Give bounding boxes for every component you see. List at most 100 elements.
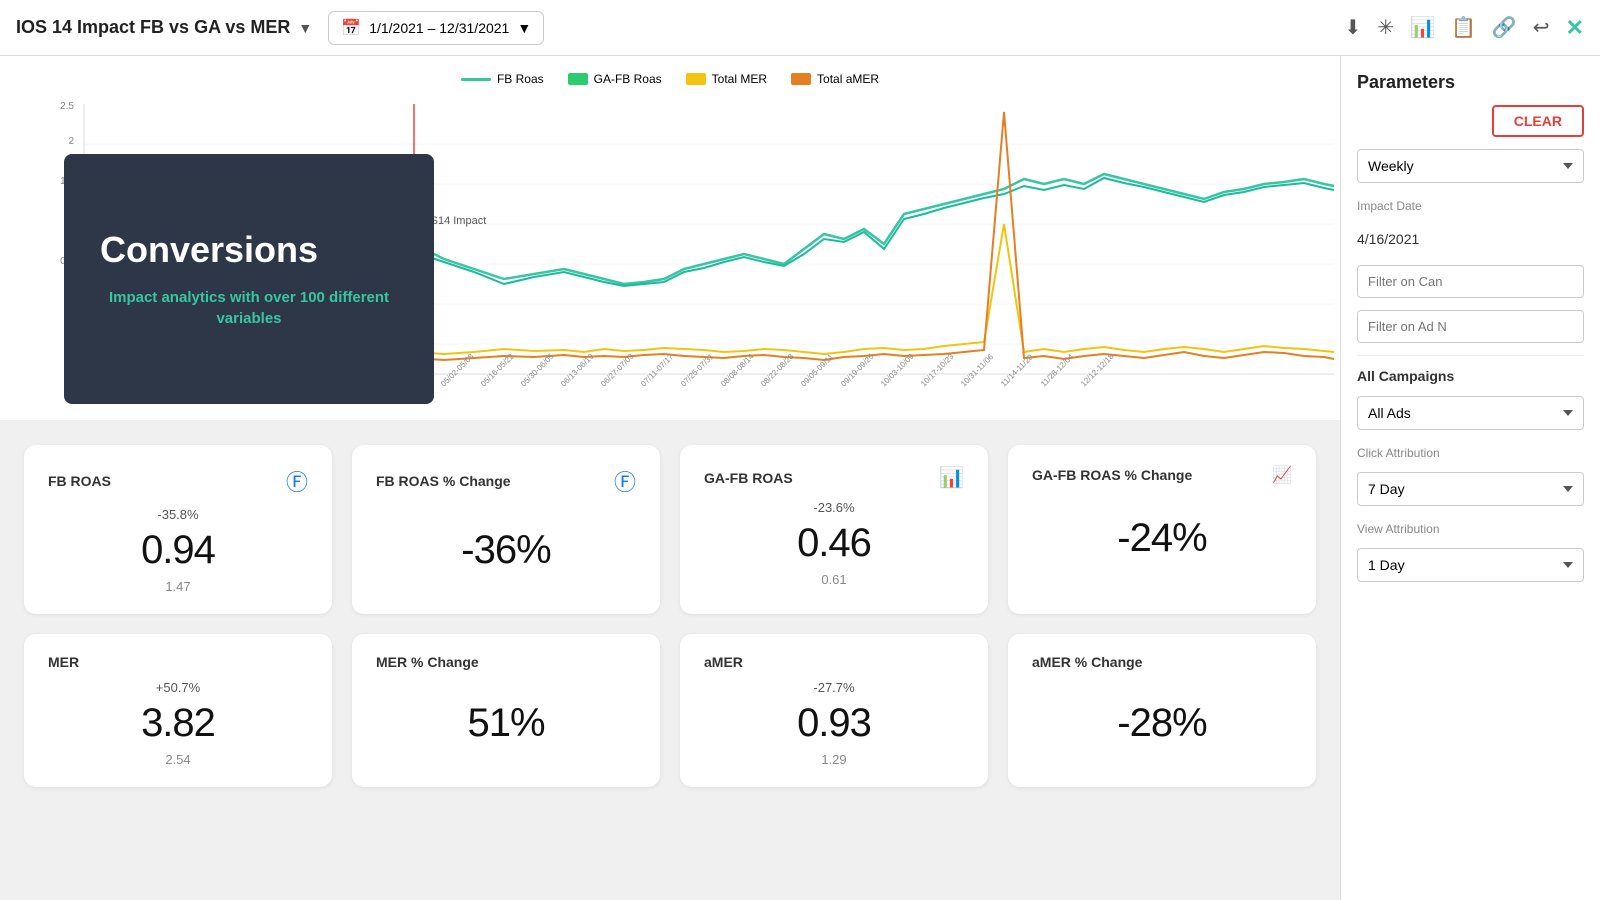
metric-prev <box>1032 567 1292 582</box>
svg-text:2: 2 <box>68 136 74 147</box>
metric-prev <box>376 752 636 767</box>
clipboard-icon[interactable]: 📋 <box>1451 15 1476 40</box>
metric-prev: 1.29 <box>704 752 964 767</box>
metric-value: 0.93 <box>704 701 964 746</box>
metric-change <box>376 507 636 522</box>
sidebar-divider <box>1357 355 1584 356</box>
metric-card-ga-fb-roas: GA-FB ROAS 📊 -23.6% 0.46 0.61 <box>680 445 988 614</box>
metrics-grid: FB ROAS Ⓕ -35.8% 0.94 1.47 FB ROAS % Cha… <box>0 421 1340 811</box>
metric-prev <box>1032 752 1292 767</box>
metric-header: GA-FB ROAS 📊 <box>704 465 964 490</box>
clear-button[interactable]: CLEAR <box>1492 105 1584 137</box>
legend-item-fb-roas: FB Roas <box>461 72 544 86</box>
parameters-sidebar: Parameters CLEAR Weekly Daily Monthly Im… <box>1340 56 1600 900</box>
metric-card-amer-pct: aMER % Change -28% <box>1008 634 1316 787</box>
click-attribution-select[interactable]: 7 Day 1 Day 28 Day <box>1357 472 1584 506</box>
metric-header: MER <box>48 654 308 670</box>
legend-color-fb-roas <box>461 78 491 81</box>
svg-text:10/31-11/06: 10/31-11/06 <box>959 352 996 389</box>
metric-card-fb-roas-pct: FB ROAS % Change Ⓕ -36% <box>352 445 660 614</box>
metric-change: -35.8% <box>48 507 308 522</box>
date-dropdown-arrow: ▼ <box>517 20 531 36</box>
metric-value: 0.46 <box>704 521 964 566</box>
metric-value: 51% <box>376 701 636 746</box>
metric-header: FB ROAS % Change Ⓕ <box>376 465 636 497</box>
sidebar-title: Parameters <box>1357 72 1584 93</box>
metric-card-amer: aMER -27.7% 0.93 1.29 <box>680 634 988 787</box>
svg-text:10/17-10/23: 10/17-10/23 <box>919 351 956 388</box>
legend-color-total-mer <box>686 73 706 85</box>
bar-chart-small-icon: 📈 <box>1272 465 1292 485</box>
svg-text:2.5: 2.5 <box>60 101 74 112</box>
metric-title: aMER % Change <box>1032 654 1142 670</box>
metric-prev: 2.54 <box>48 752 308 767</box>
filter-ad-input[interactable] <box>1357 310 1584 343</box>
close-icon[interactable]: ✕ <box>1566 15 1584 41</box>
metric-prev: 1.47 <box>48 579 308 594</box>
metric-value: -36% <box>376 528 636 573</box>
link-icon[interactable]: 🔗 <box>1492 15 1517 40</box>
svg-text:07/11-07/17: 07/11-07/17 <box>639 352 676 389</box>
asterisk-icon[interactable]: ✳ <box>1377 15 1394 40</box>
click-attribution-label: Click Attribution <box>1357 446 1584 460</box>
weekly-select[interactable]: Weekly Daily Monthly <box>1357 149 1584 183</box>
header-icons: ⬇ ✳ 📊 📋 🔗 ↩ ✕ <box>1345 15 1584 41</box>
metric-change: -23.6% <box>704 500 964 515</box>
metric-title: FB ROAS % Change <box>376 473 511 489</box>
legend-color-total-amer <box>791 73 811 85</box>
metric-value: 3.82 <box>48 701 308 746</box>
metric-card-fb-roas: FB ROAS Ⓕ -35.8% 0.94 1.47 <box>24 445 332 614</box>
metric-header: MER % Change <box>376 654 636 670</box>
impact-date-label: Impact Date <box>1357 199 1584 213</box>
legend-item-total-mer: Total MER <box>686 72 767 86</box>
svg-text:11/14-11/20: 11/14-11/20 <box>999 352 1035 388</box>
metric-change: +50.7% <box>48 680 308 695</box>
overlay-subtitle: Impact analytics with over 100 different… <box>100 287 398 329</box>
facebook-icon: Ⓕ <box>614 465 636 497</box>
metric-value: -28% <box>1032 701 1292 746</box>
download-icon[interactable]: ⬇ <box>1345 15 1362 40</box>
title-dropdown-arrow[interactable]: ▼ <box>298 20 312 36</box>
metric-title: GA-FB ROAS % Change <box>1032 467 1192 483</box>
calendar-icon: 📅 <box>341 18 361 38</box>
refresh-icon[interactable]: ↩ <box>1533 15 1550 40</box>
date-range-picker[interactable]: 📅 1/1/2021 – 12/31/2021 ▼ <box>328 11 544 45</box>
page-title: IOS 14 Impact FB vs GA vs MER ▼ <box>16 17 312 38</box>
metric-change <box>1032 495 1292 510</box>
metric-title: GA-FB ROAS <box>704 470 793 486</box>
svg-text:12/12-12/18: 12/12-12/18 <box>1079 351 1116 388</box>
metric-value: -24% <box>1032 516 1292 561</box>
metric-header: aMER % Change <box>1032 654 1292 670</box>
metric-header: FB ROAS Ⓕ <box>48 465 308 497</box>
facebook-icon: Ⓕ <box>286 465 308 497</box>
view-attribution-label: View Attribution <box>1357 522 1584 536</box>
overlay-title: Conversions <box>100 229 398 271</box>
all-ads-select[interactable]: All Ads <box>1357 396 1584 430</box>
chart-section: FB Roas GA-FB Roas Total MER Total aMER <box>0 56 1340 421</box>
metric-header: GA-FB ROAS % Change 📈 <box>1032 465 1292 485</box>
header: IOS 14 Impact FB vs GA vs MER ▼ 📅 1/1/20… <box>0 0 1600 56</box>
content-area: FB Roas GA-FB Roas Total MER Total aMER <box>0 56 1340 900</box>
legend-item-total-amer: Total aMER <box>791 72 879 86</box>
metric-title: FB ROAS <box>48 473 111 489</box>
metric-header: aMER <box>704 654 964 670</box>
metric-card-ga-fb-roas-pct: GA-FB ROAS % Change 📈 -24% <box>1008 445 1316 614</box>
impact-date-value: 4/16/2021 <box>1357 225 1584 253</box>
view-attribution-select[interactable]: 1 Day 7 Day <box>1357 548 1584 582</box>
legend-item-ga-fb-roas: GA-FB Roas <box>568 72 662 86</box>
bar-chart-icon: 📊 <box>939 465 964 490</box>
bar-chart-icon[interactable]: 📊 <box>1410 15 1435 40</box>
metric-card-mer: MER +50.7% 3.82 2.54 <box>24 634 332 787</box>
metric-change <box>376 680 636 695</box>
metric-change: -27.7% <box>704 680 964 695</box>
main-layout: FB Roas GA-FB Roas Total MER Total aMER <box>0 56 1600 900</box>
svg-text:05/02-05/08: 05/02-05/08 <box>439 351 476 388</box>
metric-value: 0.94 <box>48 528 308 573</box>
filter-campaign-input[interactable] <box>1357 265 1584 298</box>
metric-prev: 0.61 <box>704 572 964 587</box>
legend-color-ga-fb-roas <box>568 73 588 85</box>
metric-title: MER % Change <box>376 654 479 670</box>
svg-text:10/03-10/09: 10/03-10/09 <box>879 351 916 388</box>
overlay-card: Conversions Impact analytics with over 1… <box>64 154 434 404</box>
metric-prev <box>376 579 636 594</box>
